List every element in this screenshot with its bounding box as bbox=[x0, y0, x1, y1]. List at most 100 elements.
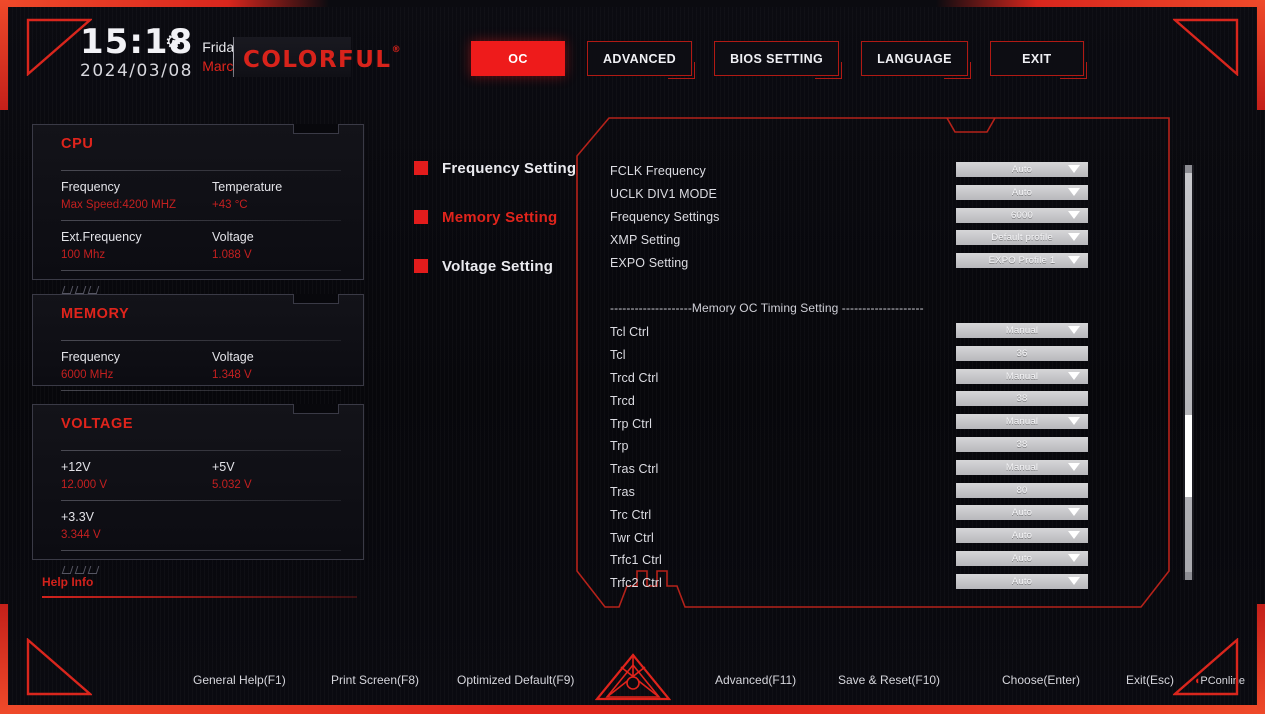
info-panel-voltage: VOLTAGE +12V 12.000 V +5V 5.032 V +3.3V … bbox=[32, 404, 364, 574]
cell-value: Max Speed:4200 MHZ bbox=[61, 199, 177, 211]
setting-value-field[interactable]: 80 bbox=[956, 482, 1088, 498]
setting-dropdown[interactable]: Auto bbox=[956, 184, 1088, 200]
tab-advanced[interactable]: ADVANCED bbox=[587, 41, 696, 79]
panel-zigzag-icon bbox=[61, 286, 100, 294]
cell-label: Frequency bbox=[61, 180, 121, 194]
setting-value-field[interactable]: 38 bbox=[956, 391, 1088, 407]
header-bar: 15:18 2024/03/08 Friday March ⚙ COLORFUL… bbox=[0, 7, 1265, 95]
setting-dropdown[interactable]: EXPO Profile 1 bbox=[956, 253, 1088, 269]
brand-text: COLORFUL bbox=[243, 47, 392, 73]
cell-label: Frequency bbox=[61, 350, 121, 364]
footer-key-exit[interactable]: Exit(Esc) bbox=[1126, 673, 1174, 687]
panel-cell-frequency: Frequency Max Speed:4200 MHZ bbox=[61, 180, 212, 211]
setting-dropdown[interactable]: 6000 bbox=[956, 207, 1088, 223]
menu-item-frequency-setting[interactable]: Frequency Setting bbox=[414, 152, 576, 184]
bullet-square-icon bbox=[414, 259, 428, 273]
dropdown-value: 6000 bbox=[1011, 209, 1033, 221]
setting-label: Trc Ctrl bbox=[610, 507, 652, 522]
scrollbar-cap-bottom[interactable] bbox=[1185, 572, 1192, 580]
cell-label: Temperature bbox=[212, 180, 283, 194]
setting-value-field[interactable]: 38 bbox=[956, 436, 1088, 452]
cell-value: 1.348 V bbox=[212, 369, 252, 381]
setting-row-trc-ctrl[interactable]: Trc Ctrl Auto bbox=[610, 503, 1170, 526]
corner-triangle-bottom-left-icon bbox=[26, 638, 92, 696]
scrollbar-track[interactable] bbox=[1185, 165, 1192, 580]
tab-bios-setting[interactable]: BIOS SETTING bbox=[714, 41, 843, 79]
setting-dropdown[interactable]: Default profile bbox=[956, 230, 1088, 246]
setting-row-trp-ctrl[interactable]: Trp Ctrl Manual bbox=[610, 412, 1170, 435]
scrollbar-thumb[interactable] bbox=[1185, 415, 1192, 497]
tab-oc[interactable]: OC bbox=[471, 41, 565, 76]
panel-separator bbox=[61, 270, 341, 271]
setting-row-frequency-settings[interactable]: Frequency Settings 6000 bbox=[610, 206, 1170, 229]
footer-key-print-screen[interactable]: Print Screen(F8) bbox=[331, 673, 419, 687]
menu-item-label: Frequency Setting bbox=[442, 159, 577, 177]
setting-row-tcl-ctrl[interactable]: Tcl Ctrl Manual bbox=[610, 321, 1170, 344]
brand-logo: COLORFUL® bbox=[243, 45, 402, 73]
panel-row: Ext.Frequency 100 Mhz Voltage 1.088 V bbox=[33, 230, 363, 261]
panel-cell-voltage: Voltage 1.348 V bbox=[212, 350, 363, 381]
setting-dropdown[interactable]: Manual bbox=[956, 322, 1088, 338]
setting-row-tcl[interactable]: Tcl 36 bbox=[610, 344, 1170, 367]
tab-exit[interactable]: EXIT bbox=[989, 41, 1087, 79]
setting-dropdown[interactable]: Auto bbox=[956, 528, 1088, 544]
panel-notch bbox=[293, 404, 339, 414]
setting-row-uclk-div1-mode[interactable]: UCLK DIV1 MODE Auto bbox=[610, 183, 1170, 206]
footer-key-advanced[interactable]: Advanced(F11) bbox=[715, 673, 796, 687]
chevron-down-icon bbox=[1068, 325, 1080, 334]
footer-key-general-help[interactable]: General Help(F1) bbox=[193, 673, 286, 687]
setting-row-trcd[interactable]: Trcd 38 bbox=[610, 389, 1170, 412]
setting-dropdown[interactable]: Manual bbox=[956, 459, 1088, 475]
dropdown-value: Auto bbox=[1011, 530, 1033, 542]
setting-row-trcd-ctrl[interactable]: Trcd Ctrl Manual bbox=[610, 367, 1170, 390]
footer-key-optimized-default[interactable]: Optimized Default(F9) bbox=[457, 673, 574, 687]
panel-cell-temperature: Temperature +43 °C bbox=[212, 180, 363, 211]
setting-dropdown[interactable]: Manual bbox=[956, 368, 1088, 384]
chevron-down-icon bbox=[1068, 417, 1080, 426]
setting-row-fclk-frequency[interactable]: FCLK Frequency Auto bbox=[610, 160, 1170, 183]
setting-row-twr-ctrl[interactable]: Twr Ctrl Auto bbox=[610, 526, 1170, 549]
brand-emblem-icon bbox=[595, 653, 671, 701]
setting-value-field[interactable]: 36 bbox=[956, 345, 1088, 361]
setting-row-trfc2-ctrl[interactable]: Trfc2 Ctrl Auto bbox=[610, 572, 1170, 595]
cell-value: 1.088 V bbox=[212, 249, 252, 261]
setting-dropdown[interactable]: Manual bbox=[956, 414, 1088, 430]
setting-row-trfc1-ctrl[interactable]: Trfc1 Ctrl Auto bbox=[610, 549, 1170, 572]
setting-row-expo-setting[interactable]: EXPO Setting EXPO Profile 1 bbox=[610, 251, 1170, 274]
panel-separator bbox=[61, 220, 341, 221]
tab-language[interactable]: LANGUAGE bbox=[861, 41, 971, 79]
setting-dropdown[interactable]: Auto bbox=[956, 550, 1088, 566]
dropdown-value: EXPO Profile 1 bbox=[988, 255, 1056, 267]
setting-row-tras-ctrl[interactable]: Tras Ctrl Manual bbox=[610, 458, 1170, 481]
setting-label: FCLK Frequency bbox=[610, 164, 706, 179]
setting-row-trp[interactable]: Trp 38 bbox=[610, 435, 1170, 458]
settings-scrollbar[interactable] bbox=[1183, 165, 1194, 580]
field-value: 38 bbox=[1016, 438, 1028, 450]
setting-row-xmp-setting[interactable]: XMP Setting Default profile bbox=[610, 228, 1170, 251]
setting-label: UCLK DIV1 MODE bbox=[610, 187, 717, 202]
setting-dropdown[interactable]: Auto bbox=[956, 162, 1088, 177]
chevron-down-icon bbox=[1068, 553, 1080, 562]
panel-row: +12V 12.000 V +5V 5.032 V bbox=[33, 460, 363, 491]
chevron-down-icon bbox=[1068, 210, 1080, 219]
panel-notch bbox=[293, 294, 339, 304]
scrollbar-cap-top[interactable] bbox=[1185, 165, 1192, 173]
menu-item-memory-setting[interactable]: Memory Setting bbox=[414, 201, 576, 233]
field-value: 36 bbox=[1016, 347, 1028, 359]
footer-key-choose[interactable]: Choose(Enter) bbox=[1002, 673, 1080, 687]
dropdown-value: Auto bbox=[1011, 186, 1033, 198]
frame-bottom-edge bbox=[0, 705, 1265, 714]
setting-dropdown[interactable]: Auto bbox=[956, 573, 1088, 589]
panel-footer bbox=[33, 560, 363, 576]
menu-item-voltage-setting[interactable]: Voltage Setting bbox=[414, 250, 576, 282]
frame-right-edge-top bbox=[1257, 0, 1265, 110]
setting-label: Frequency Settings bbox=[610, 209, 720, 224]
section-label: --------------------Memory OC Timing Set… bbox=[610, 300, 924, 315]
setting-row-tras[interactable]: Tras 80 bbox=[610, 481, 1170, 504]
setting-dropdown[interactable]: Auto bbox=[956, 505, 1088, 521]
dropdown-value: Manual bbox=[1005, 416, 1039, 428]
setting-label: Tcl Ctrl bbox=[610, 325, 649, 340]
setting-label: Trfc1 Ctrl bbox=[610, 553, 662, 568]
dropdown-value: Auto bbox=[1011, 552, 1033, 564]
footer-key-save-reset[interactable]: Save & Reset(F10) bbox=[838, 673, 940, 687]
